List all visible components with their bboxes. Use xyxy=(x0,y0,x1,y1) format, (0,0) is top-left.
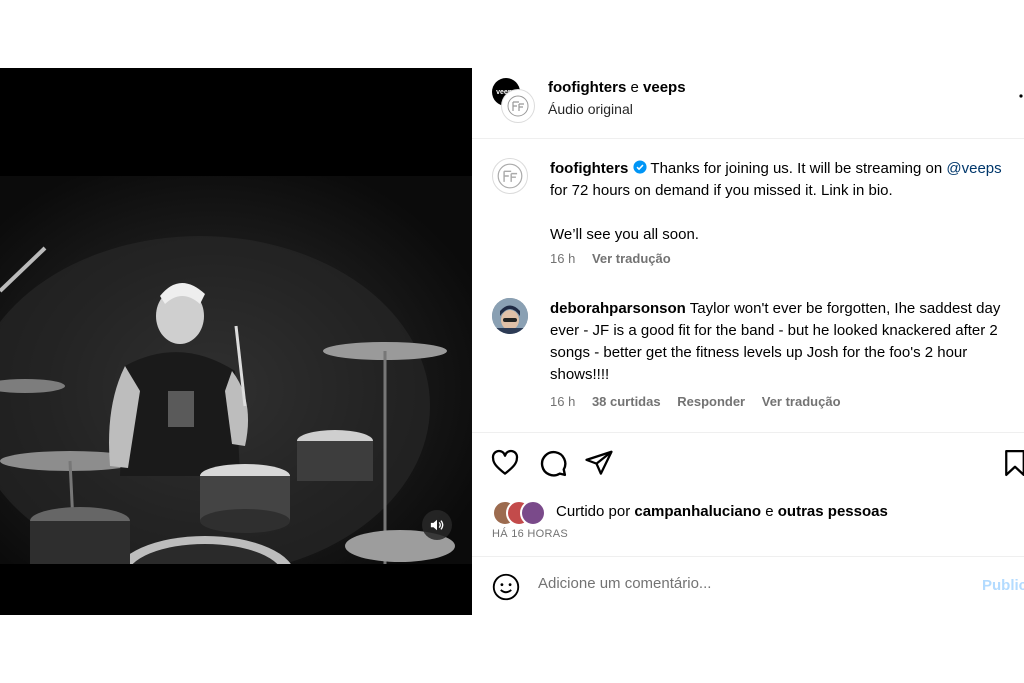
video-player[interactable] xyxy=(0,176,472,564)
comment-icon xyxy=(540,450,567,477)
audio-link[interactable]: Áudio original xyxy=(548,101,633,117)
post-media[interactable] xyxy=(0,68,472,615)
liker-avatar[interactable] xyxy=(520,500,546,526)
post-details-panel: veeps foofighters e veeps Áudio original xyxy=(472,68,1024,615)
caption-line2: We’ll see you all soon. xyxy=(550,226,699,243)
comment-text: deborahparsonson Taylor won't ever be fo… xyxy=(550,298,1020,386)
foofighters-logo-icon xyxy=(497,163,523,189)
mute-button[interactable] xyxy=(422,510,452,540)
comment-input[interactable] xyxy=(538,575,938,592)
add-comment-bar: Publicar xyxy=(472,556,1024,616)
caption-part2: for 72 hours on demand if you missed it.… xyxy=(550,182,893,199)
share-icon xyxy=(585,450,613,475)
post-header: veeps foofighters e veeps Áudio original xyxy=(472,68,1024,139)
drummer-video-frame xyxy=(0,236,455,564)
liked-others-link[interactable]: outras pessoas xyxy=(778,503,888,520)
liked-by-text: Curtido por campanhaluciano e outras pes… xyxy=(556,503,888,520)
comment-button[interactable] xyxy=(538,448,568,478)
post-authors: foofighters e veeps xyxy=(548,79,686,96)
collab-avatars[interactable]: veeps xyxy=(492,78,534,122)
foofighters-logo-icon xyxy=(507,95,529,117)
liked-user-link[interactable]: campanhaluciano xyxy=(634,503,761,520)
volume-icon xyxy=(430,519,444,531)
emoji-button[interactable] xyxy=(492,573,520,601)
comment-translate-button[interactable]: Ver tradução xyxy=(762,394,841,409)
save-button[interactable] xyxy=(1000,448,1024,478)
heart-icon xyxy=(491,449,519,475)
comment-item: deborahparsonson Taylor won't ever be fo… xyxy=(492,298,1012,418)
post-actions xyxy=(490,448,1024,482)
caption-translate-button[interactable]: Ver tradução xyxy=(592,251,671,266)
liked-prefix: Curtido por xyxy=(556,503,631,520)
caption-avatar[interactable] xyxy=(492,158,528,194)
caption-time[interactable]: 16 h xyxy=(550,251,575,266)
post-timestamp[interactable]: HÁ 16 HORAS xyxy=(492,528,568,540)
publish-button[interactable]: Publicar xyxy=(982,577,1024,594)
caption-username[interactable]: foofighters xyxy=(550,160,628,177)
foofighters-avatar[interactable] xyxy=(502,90,534,122)
emoji-icon xyxy=(492,573,520,601)
more-options-icon xyxy=(1019,94,1023,98)
coauthor-link[interactable]: veeps xyxy=(643,79,686,96)
comment-time[interactable]: 16 h xyxy=(550,394,575,409)
commenter-photo xyxy=(492,298,528,334)
liked-by: Curtido por campanhaluciano e outras pes… xyxy=(492,500,1012,526)
mention-link[interactable]: @veeps xyxy=(946,160,1001,177)
caption-text: foofighters Thanks for joining us. It wi… xyxy=(550,158,1020,246)
comment-meta: 16 h 38 curtidas Responder Ver tradução xyxy=(550,394,854,409)
commenter-avatar[interactable] xyxy=(492,298,528,334)
verified-badge-icon xyxy=(632,160,647,174)
caption-part1: Thanks for joining us. It will be stream… xyxy=(650,160,947,177)
comment-likes[interactable]: 38 curtidas xyxy=(592,394,661,409)
share-button[interactable] xyxy=(584,448,614,478)
actions-divider xyxy=(472,432,1024,433)
comment-username[interactable]: deborahparsonson xyxy=(550,300,686,317)
caption-meta: 16 h Ver tradução xyxy=(550,251,684,266)
comment-reply-button[interactable]: Responder xyxy=(677,394,745,409)
like-button[interactable] xyxy=(490,448,520,478)
bookmark-icon xyxy=(1005,450,1024,476)
author-link[interactable]: foofighters xyxy=(548,79,626,96)
more-options-button[interactable] xyxy=(1018,85,1024,103)
post-caption: foofighters Thanks for joining us. It wi… xyxy=(492,158,1012,278)
liked-connector: e xyxy=(765,503,774,520)
author-connector: e xyxy=(630,79,639,96)
